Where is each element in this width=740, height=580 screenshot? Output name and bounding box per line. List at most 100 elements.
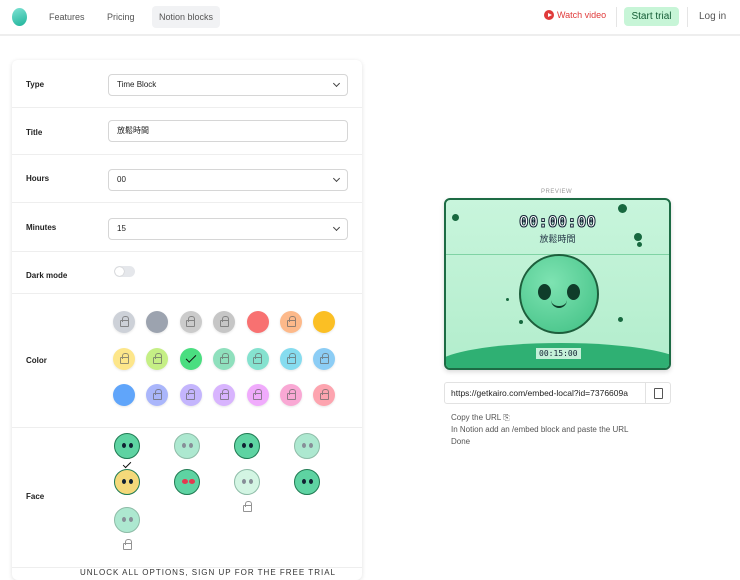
color-swatch[interactable] — [179, 384, 202, 406]
color-swatch[interactable] — [313, 311, 336, 333]
dark-mode-label: Dark mode — [26, 271, 68, 280]
color-swatch[interactable] — [179, 311, 202, 333]
color-swatch[interactable] — [246, 384, 269, 406]
color-swatch[interactable] — [280, 347, 302, 370]
color-swatch[interactable] — [213, 384, 236, 406]
face-frog-hood-option[interactable] — [114, 469, 140, 495]
preview-widget: 00:00:00 放鬆時間 00:15:00 — [444, 198, 671, 370]
eye — [242, 443, 246, 448]
type-select[interactable]: Time Block — [108, 74, 348, 96]
step-1: Copy the URL — [451, 413, 501, 422]
minutes-value: 15 — [117, 224, 126, 233]
instruction-copy: Copy the URL ⎘ — [451, 413, 510, 423]
face-sad-option[interactable] — [294, 469, 320, 495]
lock-icon — [253, 352, 263, 364]
lock-icon — [119, 316, 129, 327]
chevron-down-icon — [332, 174, 341, 183]
color-swatch[interactable] — [313, 384, 336, 406]
type-row: Type Time Block — [12, 60, 362, 108]
eye — [122, 443, 126, 448]
lock-icon — [119, 352, 129, 364]
color-swatch[interactable] — [213, 311, 236, 333]
dark-mode-toggle[interactable] — [114, 266, 135, 277]
eye — [122, 479, 126, 484]
eye — [242, 479, 246, 484]
color-swatch[interactable] — [113, 384, 135, 406]
color-swatch[interactable] — [146, 347, 169, 370]
smile-face-icon — [519, 254, 599, 334]
lock-icon — [219, 389, 229, 400]
lock-icon — [286, 316, 296, 327]
nav-features[interactable]: Features — [42, 6, 92, 28]
hours-value: 00 — [117, 175, 126, 184]
face-smile-option[interactable] — [114, 433, 140, 459]
face-row: Face — [12, 428, 362, 568]
title-label: Title — [26, 128, 43, 137]
color-swatch[interactable] — [246, 311, 269, 333]
bubble — [519, 320, 523, 324]
eye — [182, 479, 188, 484]
eye — [189, 479, 195, 484]
embed-url-input[interactable]: https://getkairo.com/embed-local?id=7376… — [444, 382, 671, 404]
login-link[interactable]: Log in — [699, 11, 726, 22]
color-swatch[interactable] — [280, 311, 302, 333]
title-input[interactable]: 放鬆時間 — [108, 120, 348, 142]
lock-icon — [286, 352, 296, 364]
copy-url-button[interactable] — [645, 382, 671, 404]
face-heart-eyes-option[interactable] — [174, 469, 200, 495]
eye — [302, 479, 306, 484]
color-swatch[interactable] — [280, 384, 302, 406]
lock-icon — [319, 352, 329, 364]
face-bear-option[interactable] — [234, 433, 260, 459]
eye — [129, 517, 133, 522]
minutes-select[interactable]: 15 — [108, 218, 348, 240]
nav-notion-blocks[interactable]: Notion blocks — [152, 6, 221, 28]
color-swatch[interactable] — [113, 311, 135, 333]
lock-icon — [219, 352, 229, 364]
color-swatch[interactable] — [213, 347, 236, 370]
clipboard-icon — [654, 387, 663, 399]
lock-icon — [319, 389, 329, 400]
eye — [302, 443, 306, 448]
chevron-down-icon — [332, 223, 341, 232]
top-nav: Features Pricing Notion blocks Watch vid… — [0, 0, 740, 36]
preview-label: PREVIEW — [541, 189, 573, 195]
dark-mode-row: Dark mode — [12, 252, 362, 294]
nav-pricing[interactable]: Pricing — [100, 6, 142, 28]
clipboard-icon[interactable]: ⎘ — [503, 413, 509, 422]
color-swatch[interactable] — [113, 347, 135, 370]
watch-video-link[interactable]: Watch video — [544, 10, 606, 20]
eye — [189, 443, 193, 448]
color-swatch[interactable] — [179, 347, 202, 370]
face-label: Face — [26, 492, 45, 501]
logo-icon[interactable] — [12, 8, 27, 26]
lock-icon — [219, 316, 229, 327]
color-swatch[interactable] — [313, 347, 336, 370]
bubble — [506, 298, 509, 301]
lock-icon — [152, 352, 162, 364]
color-swatch[interactable] — [146, 311, 169, 333]
face-owl-option[interactable] — [294, 433, 320, 459]
color-row: Color — [12, 294, 362, 428]
color-swatch[interactable] — [146, 384, 169, 406]
watch-video-label: Watch video — [557, 10, 607, 20]
hours-label: Hours — [26, 174, 50, 183]
minutes-label: Minutes — [26, 223, 57, 232]
minutes-row: Minutes 15 — [12, 203, 362, 252]
instruction-done: Done — [451, 437, 471, 446]
eye — [129, 443, 133, 448]
play-icon — [544, 10, 554, 20]
start-trial-button[interactable]: Start trial — [624, 7, 679, 26]
preview-title: 放鬆時間 — [539, 234, 576, 244]
hours-row: Hours 00 — [12, 155, 362, 203]
lock-icon — [243, 501, 252, 512]
face-tongue-option[interactable] — [234, 469, 260, 495]
face-turtle-option[interactable] — [114, 507, 140, 533]
divider — [616, 7, 617, 27]
hours-select[interactable]: 00 — [108, 169, 348, 191]
check-icon — [185, 351, 197, 363]
face-cat-option[interactable] — [174, 433, 200, 459]
lock-icon — [123, 539, 132, 550]
color-swatch[interactable] — [246, 347, 269, 370]
lock-icon — [152, 389, 162, 400]
